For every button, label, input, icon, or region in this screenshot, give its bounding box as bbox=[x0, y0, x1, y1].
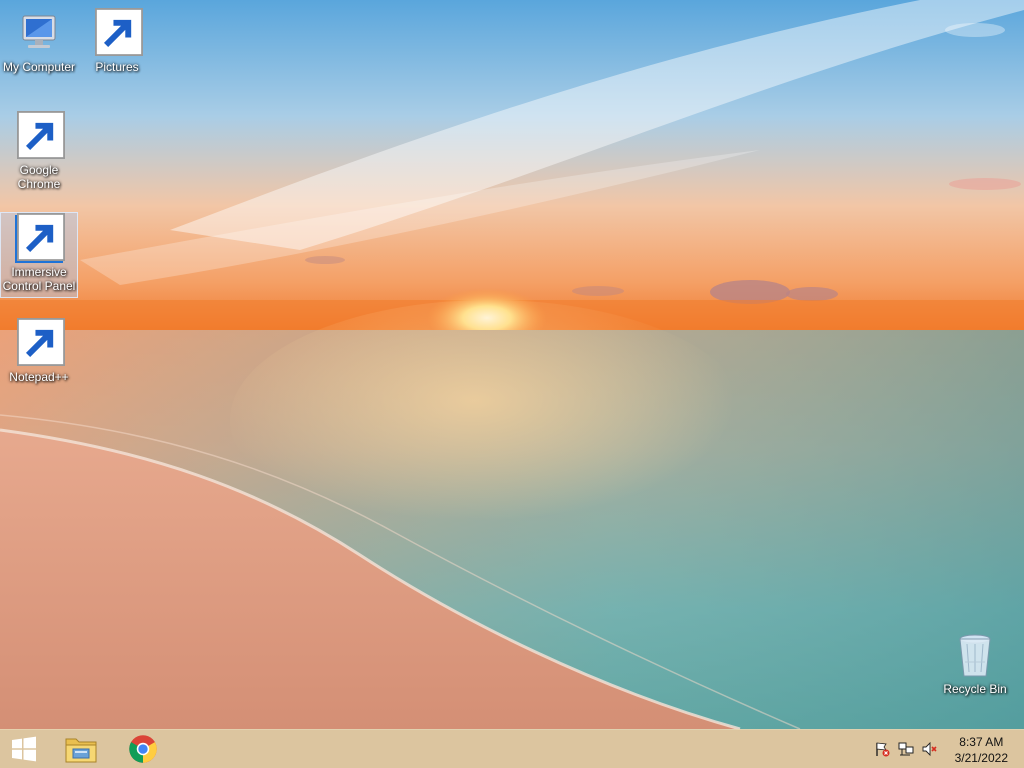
network-icon[interactable] bbox=[898, 741, 914, 757]
taskbar-file-explorer-button[interactable] bbox=[56, 730, 106, 768]
wallpaper-beach-sunset bbox=[0, 0, 1024, 731]
desktop-icon-label: Recycle Bin bbox=[943, 682, 1007, 696]
shortcut-arrow-icon bbox=[17, 213, 65, 261]
chrome-icon bbox=[129, 735, 157, 763]
desktop-icon-label: Immersive Control Panel bbox=[2, 265, 76, 293]
desktop-icon-label: Google Chrome bbox=[17, 163, 61, 191]
desktop-icon-immersive-control-panel[interactable]: Immersive Control Panel bbox=[0, 212, 78, 298]
desktop-icon-notepad-plus-plus[interactable]: Notepad++ bbox=[1, 318, 77, 384]
taskbar[interactable]: 8:37 AM 3/21/2022 bbox=[0, 729, 1024, 768]
my-computer-icon bbox=[15, 10, 63, 58]
volume-muted-icon[interactable] bbox=[922, 741, 938, 757]
taskbar-chrome-button[interactable] bbox=[118, 730, 168, 768]
pictures-folder-icon bbox=[93, 8, 143, 58]
desktop-icon-my-computer[interactable]: My Computer bbox=[1, 8, 77, 74]
shortcut-arrow-icon bbox=[17, 111, 65, 159]
desktop-icon-pictures[interactable]: Pictures bbox=[79, 8, 155, 74]
taskbar-clock[interactable]: 8:37 AM 3/21/2022 bbox=[955, 734, 1008, 766]
desktop[interactable]: My Computer Pictures Google Chrome Immer… bbox=[0, 0, 1024, 768]
shortcut-arrow-icon bbox=[95, 8, 143, 56]
clock-time: 8:37 AM bbox=[959, 735, 1004, 749]
notepad-plus-plus-icon bbox=[15, 318, 65, 368]
shortcut-arrow-icon bbox=[17, 318, 65, 366]
windows-logo-icon bbox=[12, 736, 36, 762]
desktop-icon-label: Pictures bbox=[95, 60, 139, 74]
desktop-icon-label: Notepad++ bbox=[9, 370, 69, 384]
gear-icon bbox=[15, 213, 65, 263]
file-explorer-icon bbox=[65, 738, 97, 763]
recycle-bin-icon bbox=[951, 632, 999, 680]
chrome-icon bbox=[15, 111, 65, 161]
action-center-flag-icon[interactable] bbox=[874, 741, 890, 757]
desktop-icon-google-chrome[interactable]: Google Chrome bbox=[1, 111, 77, 191]
clock-date: 3/21/2022 bbox=[954, 751, 1008, 765]
desktop-icon-recycle-bin[interactable]: Recycle Bin bbox=[937, 630, 1013, 696]
start-button[interactable] bbox=[0, 730, 48, 768]
desktop-icon-label: My Computer bbox=[2, 60, 76, 74]
